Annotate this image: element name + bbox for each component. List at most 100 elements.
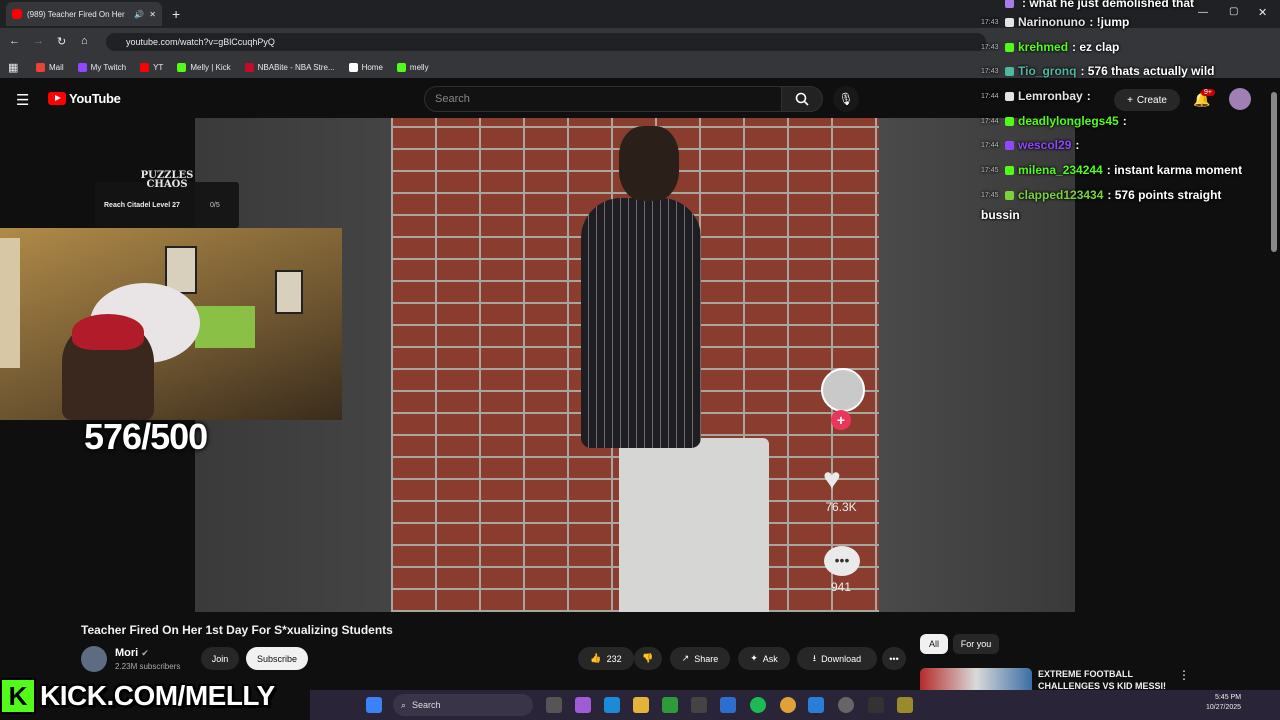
youtube-icon (140, 62, 150, 72)
tiktok-avatar (821, 368, 865, 412)
twitch-icon (77, 62, 87, 72)
xbox-icon[interactable] (662, 697, 678, 713)
search-button[interactable] (781, 86, 823, 112)
chat-timestamp: 17:45 (981, 166, 999, 174)
taskbar-clock[interactable]: 5:45 PM 10/27/2025 (1206, 693, 1241, 713)
channel-avatar[interactable] (81, 646, 107, 672)
chat-message: 17:45 clapped123434: 576 points straight (975, 188, 1221, 202)
chrome-icon[interactable] (780, 697, 796, 713)
obs-icon[interactable] (691, 697, 707, 713)
new-tab-icon[interactable]: + (172, 6, 180, 22)
tab-title: (989) Teacher Fired On Her (27, 9, 125, 19)
reload-icon[interactable]: ↻ (57, 35, 66, 48)
bookmark-mail[interactable]: Mail (36, 62, 64, 72)
bookmark-nbabite[interactable]: NBABite - NBA Stre... (244, 62, 335, 72)
chat-username[interactable]: Lemronbay (1018, 89, 1083, 103)
channel-name[interactable]: Mori ✔ (115, 647, 149, 659)
chat-badge-icon (1005, 140, 1014, 150)
url-field[interactable]: youtube.com/watch?v=gBlCcuqhPyQ (106, 33, 986, 51)
close-window-icon[interactable]: ✕ (1258, 6, 1267, 19)
apps-icon[interactable]: ▦ (8, 61, 18, 74)
join-button[interactable]: Join (201, 647, 239, 670)
chat-username[interactable]: Tio_gronq (1018, 64, 1076, 78)
mic-icon[interactable]: 🎙 (833, 86, 859, 112)
media-icon[interactable] (838, 697, 854, 713)
share-icon: ↗ (681, 653, 690, 663)
sparkle-icon: ✦ (750, 653, 758, 663)
chat-username[interactable]: deadlylonglegs45 (1018, 114, 1119, 128)
subscribe-button[interactable]: Subscribe (246, 647, 308, 670)
chat-badge-icon (1005, 190, 1014, 200)
chat-message: : what he just demolished that (975, 0, 1194, 10)
tab-close-icon[interactable]: ✕ (149, 10, 156, 19)
chat-text: : !jump (1089, 15, 1130, 29)
chat-username[interactable]: milena_234244 (1018, 163, 1103, 177)
bookmark-home[interactable]: Home (348, 62, 383, 72)
bookmark-twitch[interactable]: My Twitch (77, 62, 126, 72)
chat-message: 17:43 Tio_gronq: 576 thats actually wild (975, 64, 1215, 78)
tiktok-like-count: 76.3K (825, 500, 857, 514)
tiktok-heart-icon: ♥ (823, 463, 841, 496)
chat-username[interactable]: wescol29 (1018, 138, 1071, 152)
chat-message: 17:44 deadlylonglegs45: (975, 114, 1127, 128)
windows-start-icon[interactable] (366, 697, 382, 713)
more-actions-button[interactable]: ••• (882, 647, 906, 670)
minimize-icon[interactable]: — (1198, 7, 1208, 18)
app-icon[interactable] (808, 697, 824, 713)
chip-for-you[interactable]: For you (953, 634, 999, 654)
person-shirt (581, 198, 701, 448)
forward-icon[interactable]: → (33, 35, 44, 47)
store-icon[interactable] (720, 697, 736, 713)
recommended-thumbnail[interactable] (920, 668, 1032, 690)
edge-icon[interactable] (604, 697, 620, 713)
tiktok-follow-plus-icon: + (831, 410, 851, 430)
person-head (619, 126, 679, 201)
menu-icon[interactable]: ☰ (16, 91, 29, 109)
video-frame[interactable]: + ♥ 76.3K ••• 941 (391, 118, 879, 612)
task-view-icon[interactable] (546, 697, 562, 713)
recommended-title[interactable]: EXTREME FOOTBALL CHALLENGES VS KID MESSI… (1038, 668, 1178, 692)
kick-url-text: KICK.COM/MELLY (40, 680, 275, 711)
cam-window (0, 238, 20, 368)
app-icon[interactable] (897, 697, 913, 713)
taskbar-search[interactable]: ⌕ Search (393, 694, 533, 716)
like-button[interactable]: 👍 232 (578, 647, 634, 670)
scrollbar[interactable] (1271, 92, 1277, 252)
verified-icon: ✔ (141, 648, 149, 658)
chat-badge-icon (1005, 116, 1014, 126)
chat-username[interactable]: Narinonuno (1018, 15, 1085, 29)
chat-username[interactable]: krehmed (1018, 40, 1068, 54)
puzzle-count: 0/5 (210, 202, 220, 209)
bookmark-kick[interactable]: Melly | Kick (177, 62, 231, 72)
terminal-icon[interactable] (868, 697, 884, 713)
browser-tab[interactable]: (989) Teacher Fired On Her 🔊 ✕ (6, 2, 162, 26)
chat-username[interactable]: clapped123434 (1018, 188, 1103, 202)
recommended-more-icon[interactable]: ⋮ (1178, 668, 1190, 682)
search-input[interactable]: Search (424, 86, 782, 112)
tiktok-comment-icon: ••• (824, 546, 860, 576)
create-button[interactable]: + Create (1114, 89, 1180, 111)
youtube-logo[interactable]: YouTube (48, 91, 121, 106)
dislike-button[interactable]: 👎 (634, 647, 662, 670)
chip-all[interactable]: All (920, 634, 948, 654)
chat-text: : 576 points straight (1107, 188, 1222, 202)
tab-mute-icon[interactable]: 🔊 (134, 10, 144, 19)
file-explorer-icon[interactable] (633, 697, 649, 713)
share-button[interactable]: ↗ Share (670, 647, 730, 670)
spotify-icon[interactable] (750, 697, 766, 713)
copilot-icon[interactable] (575, 697, 591, 713)
more-icon: ••• (889, 653, 899, 664)
search-icon (795, 92, 809, 106)
back-icon[interactable]: ← (9, 35, 20, 47)
bookmark-yt[interactable]: YT (140, 62, 163, 72)
chat-timestamp: 17:43 (981, 18, 999, 26)
ask-button[interactable]: ✦ Ask (738, 647, 790, 670)
account-avatar[interactable] (1229, 88, 1251, 110)
bookmark-melly[interactable]: melly (396, 62, 429, 72)
chat-badge-icon (1005, 42, 1014, 52)
home-icon[interactable]: ⌂ (81, 35, 88, 47)
download-button[interactable]: ⭳ Download (797, 647, 877, 670)
chat-message: 17:43 Narinonuno : !jump (975, 15, 1129, 29)
kick-icon (396, 62, 406, 72)
maximize-icon[interactable]: ▢ (1229, 6, 1238, 17)
